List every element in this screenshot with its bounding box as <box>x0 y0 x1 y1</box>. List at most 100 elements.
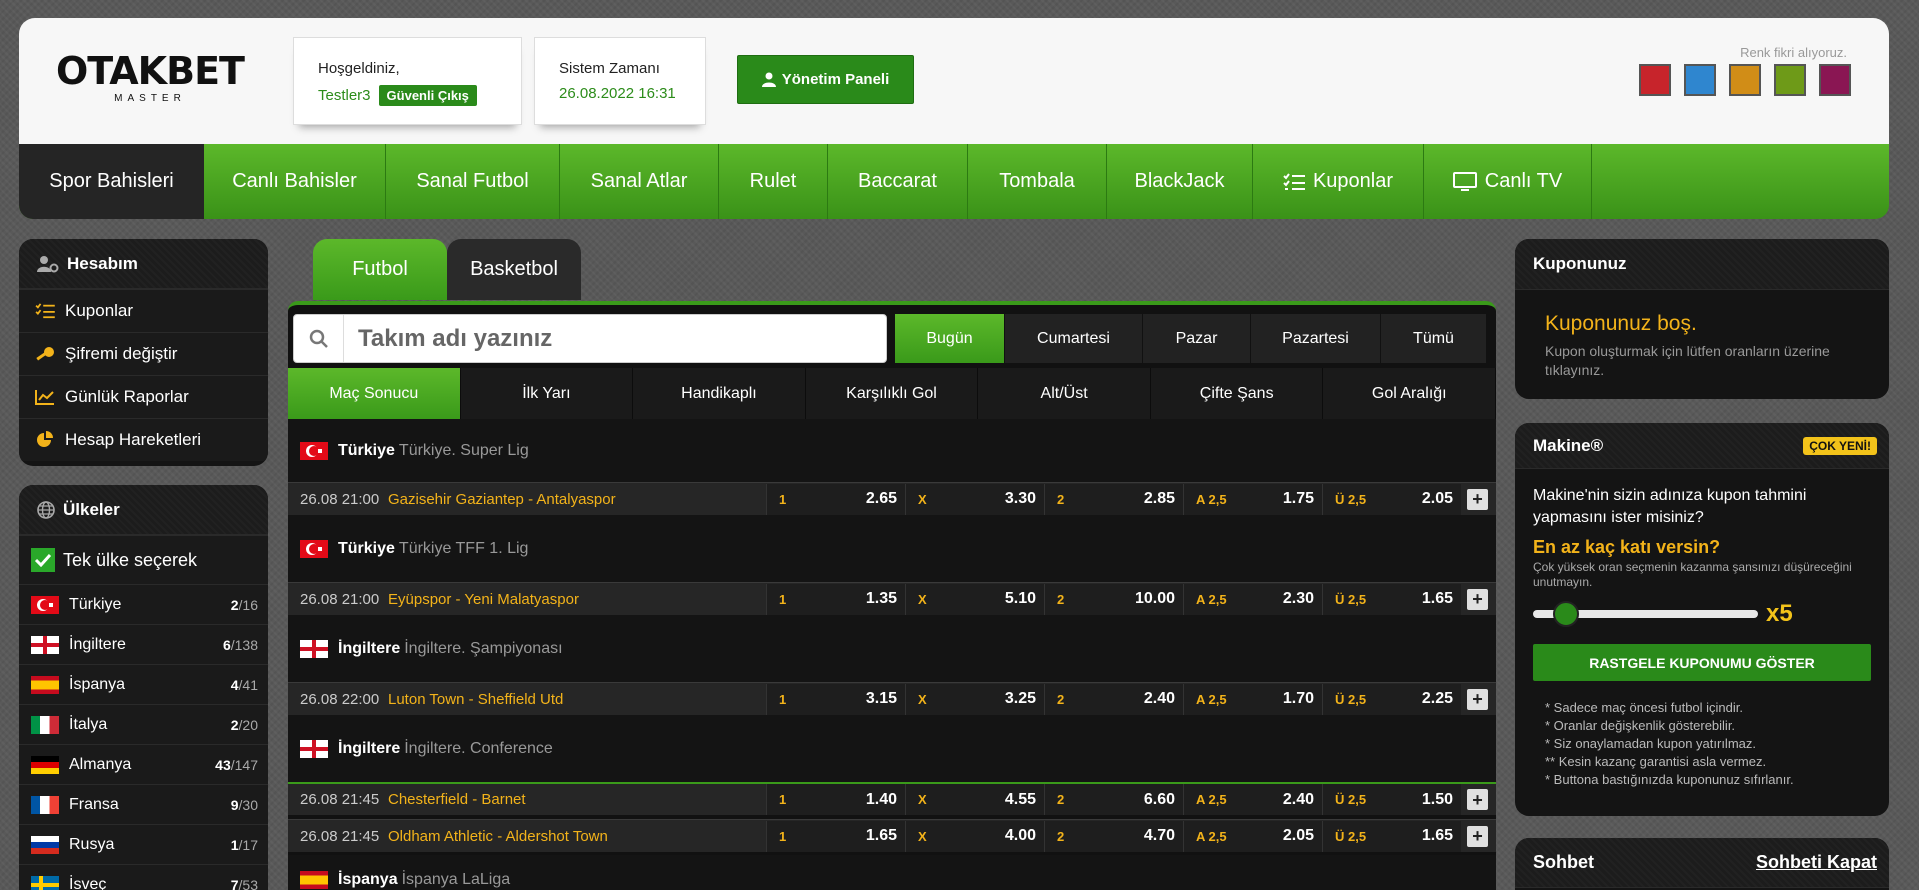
market-goal-range[interactable]: Gol Aralığı <box>1323 368 1496 419</box>
color-prompt: Renk fikri alıyoruz. <box>1740 45 1847 60</box>
odd-cell[interactable]: 2 4.70 <box>1044 820 1183 852</box>
checkbox-checked-icon[interactable] <box>31 548 55 572</box>
country-item-ingiltere[interactable]: İngiltere 6/138 <box>19 624 268 664</box>
nav-baccarat[interactable]: Baccarat <box>828 144 968 219</box>
odd-cell[interactable]: A 2,5 1.70 <box>1183 683 1322 715</box>
account-item-transactions[interactable]: Hesap Hareketleri <box>19 418 268 461</box>
machine-notes: * Sadece maç öncesi futbol içindir. * Or… <box>1545 700 1794 787</box>
day-today[interactable]: Bugün <box>895 314 1005 363</box>
account-item-coupons[interactable]: Kuponlar <box>19 289 268 332</box>
odd-cell[interactable]: A 2,5 2.40 <box>1183 784 1322 815</box>
league-header: İngiltere İngiltere. Şampiyonası <box>288 615 1496 682</box>
nav-tombala[interactable]: Tombala <box>968 144 1107 219</box>
chart-line-icon <box>35 390 54 405</box>
odd-cell[interactable]: Ü 2,5 1.50 <box>1322 784 1461 815</box>
nav-live-betting[interactable]: Canlı Bahisler <box>204 144 386 219</box>
country-item-almanya[interactable]: Almanya 43/147 <box>19 744 268 784</box>
machine-panel: Makine® ÇOK YENİ! Makine'nin sizin adını… <box>1515 423 1889 816</box>
odd-cell[interactable]: Ü 2,5 1.65 <box>1322 820 1461 852</box>
account-item-change-password[interactable]: Şifremi değiştir <box>19 332 268 375</box>
match-teams[interactable]: Luton Town - Sheffield Utd <box>388 691 766 708</box>
odd-cell[interactable]: A 2,5 2.05 <box>1183 820 1322 852</box>
odd-cell[interactable]: 1 1.40 <box>766 784 905 815</box>
day-saturday[interactable]: Cumartesi <box>1005 314 1143 363</box>
nav-sports-betting[interactable]: Spor Bahisleri <box>19 144 204 219</box>
match-teams[interactable]: Eyüpspor - Yeni Malatyaspor <box>388 591 766 608</box>
day-sunday[interactable]: Pazar <box>1143 314 1251 363</box>
nav-live-tv[interactable]: Canlı TV <box>1424 144 1592 219</box>
odd-cell[interactable]: 1 2.65 <box>766 483 905 515</box>
slider-handle[interactable] <box>1552 601 1579 627</box>
country-item-rusya[interactable]: Rusya 1/17 <box>19 824 268 864</box>
market-over-under[interactable]: Alt/Üst <box>978 368 1151 419</box>
match-row: 26.08 21:45 Chesterfield - Barnet 1 1.40 X… <box>288 782 1496 815</box>
multiplier-slider[interactable] <box>1533 601 1758 627</box>
match-teams[interactable]: Chesterfield - Barnet <box>388 791 766 808</box>
odd-cell[interactable]: A 2,5 2.30 <box>1183 583 1322 615</box>
odd-cell[interactable]: 2 10.00 <box>1044 583 1183 615</box>
country-item-turkiye[interactable]: Türkiye 2/16 <box>19 584 268 624</box>
more-odds-button[interactable]: + <box>1467 789 1488 810</box>
nav-coupons[interactable]: Kuponlar <box>1253 144 1424 219</box>
odd-cell[interactable]: X 3.30 <box>905 483 1044 515</box>
nav-virtual-football[interactable]: Sanal Futbol <box>386 144 560 219</box>
team-search-input[interactable] <box>344 324 864 353</box>
machine-question: Makine'nin sizin adınıza kupon tahmini y… <box>1533 487 1807 526</box>
market-first-half[interactable]: İlk Yarı <box>460 368 634 419</box>
more-odds-button[interactable]: + <box>1467 688 1488 710</box>
color-swatch-red[interactable] <box>1639 64 1671 96</box>
match-teams[interactable]: Gazisehir Gaziantep - Antalyaspor <box>388 491 766 508</box>
more-odds-button[interactable]: + <box>1467 488 1488 510</box>
nav-roulette[interactable]: Rulet <box>719 144 828 219</box>
tab-basketball[interactable]: Basketbol <box>447 239 581 300</box>
country-item-ispanya[interactable]: İspanya 4/41 <box>19 664 268 704</box>
nav-virtual-horses[interactable]: Sanal Atlar <box>560 144 719 219</box>
more-odds-button[interactable]: + <box>1467 825 1488 847</box>
odd-cell[interactable]: 1 1.65 <box>766 820 905 852</box>
countries-panel: Ülkeler Tek ülke seçerek Türkiye 2/16 İn… <box>19 485 268 890</box>
nav-blackjack[interactable]: BlackJack <box>1107 144 1253 219</box>
odd-cell[interactable]: Ü 2,5 1.65 <box>1322 583 1461 615</box>
day-all[interactable]: Tümü <box>1381 314 1487 363</box>
country-item-isvec[interactable]: İsveç 7/53 <box>19 864 268 890</box>
odd-cell[interactable]: 2 6.60 <box>1044 784 1183 815</box>
odd-cell[interactable]: Ü 2,5 2.25 <box>1322 683 1461 715</box>
tab-football[interactable]: Futbol <box>313 239 447 300</box>
market-btts[interactable]: Karşılıklı Gol <box>805 368 979 419</box>
more-odds-button[interactable]: + <box>1467 588 1488 610</box>
color-swatch-green[interactable] <box>1774 64 1806 96</box>
odd-cell[interactable]: 2 2.40 <box>1044 683 1183 715</box>
admin-panel-button[interactable]: Yönetim Paneli <box>737 55 914 104</box>
machine-min-label: En az kaç katı versin? <box>1533 537 1721 557</box>
key-icon <box>36 347 54 361</box>
odd-cell[interactable]: X 4.00 <box>905 820 1044 852</box>
market-double-chance[interactable]: Çifte Şans <box>1150 368 1324 419</box>
match-row: 26.08 21:00 Eyüpspor - Yeni Malatyaspor 1… <box>288 582 1496 615</box>
odd-cell[interactable]: 1 1.35 <box>766 583 905 615</box>
color-swatch-blue[interactable] <box>1684 64 1716 96</box>
odd-cell[interactable]: 1 3.15 <box>766 683 905 715</box>
odd-cell[interactable]: Ü 2,5 2.05 <box>1322 483 1461 515</box>
account-item-daily-reports[interactable]: Günlük Raporlar <box>19 375 268 418</box>
odd-cell[interactable]: A 2,5 1.75 <box>1183 483 1322 515</box>
match-teams[interactable]: Oldham Athletic - Aldershot Town <box>388 828 766 845</box>
close-chat-link[interactable]: Sohbeti Kapat <box>1756 852 1877 873</box>
brand-logo[interactable]: OTAKBET MASTER <box>56 49 245 104</box>
market-handicap[interactable]: Handikaplı <box>633 368 806 419</box>
flag-turkiye-icon <box>31 595 59 614</box>
logout-button[interactable]: Güvenli Çıkış <box>378 85 477 106</box>
random-coupon-button[interactable]: RASTGELE KUPONUMU GÖSTER <box>1533 644 1871 681</box>
single-country-toggle[interactable]: Tek ülke seçerek <box>19 535 268 584</box>
team-search <box>293 314 887 363</box>
color-swatch-orange[interactable] <box>1729 64 1761 96</box>
odd-cell[interactable]: X 3.25 <box>905 683 1044 715</box>
country-item-fransa[interactable]: Fransa 9/30 <box>19 784 268 824</box>
odd-cell[interactable]: 2 2.85 <box>1044 483 1183 515</box>
market-match-result[interactable]: Maç Sonucu <box>288 368 461 419</box>
color-swatch-purple[interactable] <box>1819 64 1851 96</box>
day-monday[interactable]: Pazartesi <box>1251 314 1381 363</box>
odd-cell[interactable]: X 4.55 <box>905 784 1044 815</box>
country-item-italya[interactable]: İtalya 2/20 <box>19 704 268 744</box>
odd-cell[interactable]: X 5.10 <box>905 583 1044 615</box>
brand-name: OTAKBET <box>56 49 245 93</box>
